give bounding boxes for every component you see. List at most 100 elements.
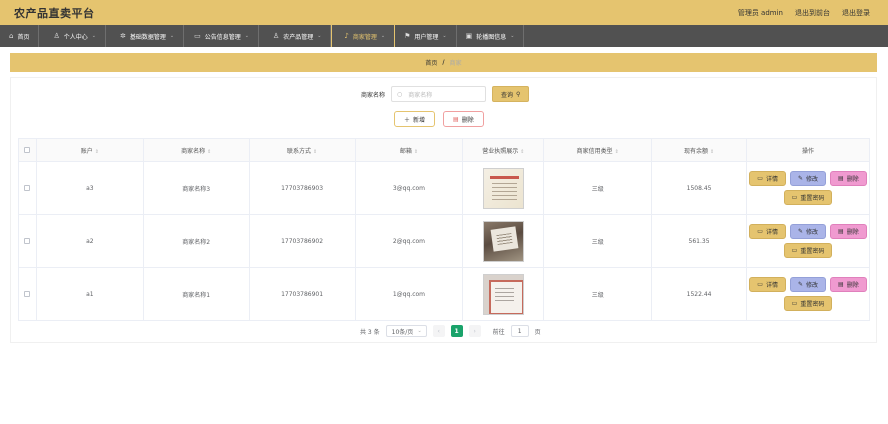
cell-actions: ▭ 详情 ✎ 修改 ▤ 删除 ▭ 重置密码: [745, 161, 871, 215]
plus-icon: ＋: [404, 116, 411, 124]
edit-button[interactable]: ✎ 修改: [789, 171, 827, 186]
cell-credit-type: 三级: [543, 161, 653, 215]
cell-balance: 1508.45: [651, 161, 747, 215]
search-icon: ○: [397, 90, 403, 98]
cell-balance: 1522.44: [651, 267, 747, 321]
document-icon: ▭: [791, 194, 798, 201]
merchant-table: 账户 ⇕ 商家名称 ⇕ 联系方式 ⇕ 邮箱 ⇕ 营业执照展示 ⇕ 商家信用类型 ⇕ 现有余额…: [18, 138, 871, 321]
row-checkbox[interactable]: [24, 291, 31, 297]
cell-phone: 17703786902: [248, 214, 356, 268]
query-button[interactable]: 查询 ⚲: [492, 86, 530, 102]
goto-page-input[interactable]: 1: [510, 325, 529, 337]
sort-icon[interactable]: ⇕: [520, 149, 524, 155]
cell-email: 1@qq.com: [354, 267, 464, 321]
cell-merchant-name: 商家名称2: [142, 214, 250, 268]
batch-delete-label: 删除: [461, 116, 474, 124]
column-header[interactable]: 联系方式 ⇕: [248, 138, 356, 162]
sort-icon[interactable]: ⇕: [313, 149, 317, 155]
trash-icon: ▤: [838, 281, 844, 288]
delete-button[interactable]: ▤ 删除: [830, 277, 867, 292]
detail-button[interactable]: ▭ 详情: [749, 277, 786, 292]
nav-item-announcements[interactable]: ▭ 公告信息管理 ⌄: [184, 25, 259, 47]
cell-merchant-name: 商家名称1: [142, 267, 250, 321]
document-icon: ▭: [791, 247, 798, 254]
goto-label: 前往: [492, 328, 505, 336]
column-header[interactable]: 账户 ⇕: [35, 138, 144, 162]
top-header: 农产品直卖平台 管理员 admin 退出到前台 退出登录: [0, 0, 888, 25]
select-all-checkbox[interactable]: [24, 147, 31, 153]
image-icon: ▣: [465, 32, 473, 40]
microphone-icon: ♪: [344, 32, 349, 40]
nav-item-carousel[interactable]: ▣ 轮播图信息 ⌄: [457, 25, 525, 47]
total-count: 共 3 条: [360, 328, 380, 336]
next-page-button[interactable]: ›: [468, 325, 481, 337]
select-all-header: [18, 138, 37, 162]
license-image[interactable]: [482, 167, 524, 209]
nav-item-products[interactable]: ♙ 农产品管理 ⌄: [259, 25, 332, 47]
edit-button[interactable]: ✎ 修改: [789, 224, 827, 239]
trash-icon: ▤: [838, 228, 844, 235]
cell-credit-type: 三级: [543, 267, 653, 321]
nav-item-merchants[interactable]: ♪ 商家管理 ⌄: [331, 25, 396, 47]
search-placeholder: 商家名称: [408, 91, 433, 99]
trash-icon: ▤: [838, 175, 844, 182]
back-to-frontend-link[interactable]: 退出到前台: [795, 8, 830, 18]
reset-password-button[interactable]: ▭ 重置密码: [783, 296, 833, 311]
delete-button[interactable]: ▤ 删除: [830, 171, 867, 186]
nav-label: 首页: [17, 33, 30, 41]
detail-button[interactable]: ▭ 详情: [749, 224, 786, 239]
nav-label: 基础数据管理: [129, 33, 166, 41]
sort-icon[interactable]: ⇕: [615, 149, 619, 155]
license-image[interactable]: [482, 273, 524, 315]
chevron-down-icon: ⌄: [510, 33, 515, 39]
detail-button[interactable]: ▭ 详情: [749, 171, 786, 186]
sort-icon[interactable]: ⇕: [95, 149, 99, 155]
search-icon: ⚲: [516, 90, 521, 98]
page-number-current[interactable]: 1: [450, 325, 463, 337]
document-icon: ▭: [791, 300, 798, 307]
search-input[interactable]: ○ 商家名称: [391, 86, 487, 102]
column-header[interactable]: 营业执照展示 ⇕: [462, 138, 545, 162]
nav-label: 公告信息管理: [204, 33, 241, 41]
chevron-down-icon: ⌄: [169, 33, 175, 39]
document-icon: ▭: [194, 32, 201, 40]
document-icon: ▭: [757, 228, 763, 235]
column-header[interactable]: 商家信用类型 ⇕: [543, 138, 653, 162]
prev-page-button[interactable]: ‹: [432, 325, 445, 337]
nav-label: 个人中心: [63, 33, 88, 41]
toolbar: ＋ 新增 ▤ 删除: [394, 111, 484, 127]
sort-icon[interactable]: ⇕: [710, 149, 714, 155]
row-checkbox[interactable]: [24, 238, 31, 244]
batch-delete-button[interactable]: ▤ 删除: [443, 111, 484, 127]
logout-link[interactable]: 退出登录: [842, 8, 870, 18]
nav-item-personal-center[interactable]: ♙ 个人中心 ⌄: [39, 25, 106, 47]
main-nav: ⌂ 首页 ♙ 个人中心 ⌄ ✲ 基础数据管理 ⌄ ▭ 公告信息管理 ⌄ ♙ 农产…: [0, 25, 888, 47]
nav-label: 农产品管理: [283, 33, 314, 41]
nav-item-basic-data[interactable]: ✲ 基础数据管理 ⌄: [106, 25, 185, 47]
chevron-down-icon: ⌄: [417, 328, 422, 334]
column-header[interactable]: 现有余额 ⇕: [651, 138, 747, 162]
edit-button[interactable]: ✎ 修改: [789, 277, 827, 292]
row-checkbox[interactable]: [24, 185, 31, 191]
gear-icon: ✲: [119, 32, 126, 40]
breadcrumb: 首页 / 商家: [10, 53, 877, 72]
column-header[interactable]: 商家名称 ⇕: [142, 138, 250, 162]
breadcrumb-home[interactable]: 首页: [425, 58, 437, 67]
sort-icon[interactable]: ⇕: [414, 149, 418, 155]
delete-button[interactable]: ▤ 删除: [830, 224, 867, 239]
reset-password-button[interactable]: ▭ 重置密码: [783, 190, 833, 205]
add-button[interactable]: ＋ 新增: [394, 111, 436, 127]
cell-account: a2: [35, 214, 144, 268]
sort-icon[interactable]: ⇕: [207, 149, 211, 155]
reset-password-button[interactable]: ▭ 重置密码: [783, 243, 833, 258]
nav-item-users[interactable]: ⚑ 用户管理 ⌄: [395, 25, 457, 47]
cell-account: a3: [35, 161, 144, 215]
search-label: 商家名称: [361, 91, 386, 99]
pencil-icon: ✎: [797, 175, 803, 182]
column-header[interactable]: 邮箱 ⇕: [354, 138, 464, 162]
license-image[interactable]: [482, 220, 524, 262]
content-panel: 商家名称 ○ 商家名称 查询 ⚲ ＋ 新增 ▤ 删除 账户 ⇕ 商家名称 ⇕ 联…: [10, 77, 877, 343]
document-icon: ▭: [757, 281, 763, 288]
nav-item-home[interactable]: ⌂ 首页: [0, 25, 40, 47]
page-size-select[interactable]: 10条/页 ⌄: [385, 325, 427, 337]
